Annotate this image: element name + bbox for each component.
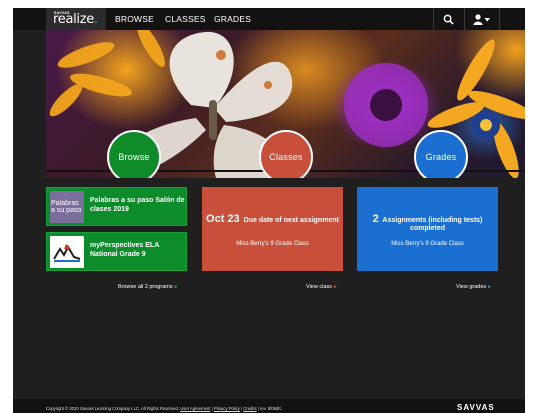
classes-summary-card[interactable]: Oct 23 Due date of next assignment Miss … (202, 187, 343, 271)
due-date: Oct 23 (206, 213, 240, 225)
logo-realize-text: realize. (53, 12, 98, 27)
program-title: myPerspectives ELA National Grade 9 (90, 242, 159, 258)
nav-classes[interactable]: CLASSES (165, 14, 206, 24)
classes-circle-label: Classes (269, 152, 303, 162)
class-name: Miss Berry's 9 Grade Class (236, 241, 309, 247)
realize-logo[interactable]: SAVVAS realize. (46, 8, 106, 30)
footer-legal: Copyright © 2020 Savvas Learning Company… (46, 406, 282, 411)
nav-browse[interactable]: BROWSE (115, 14, 154, 24)
grades-circle-button[interactable]: Grades (414, 130, 468, 178)
program-card-palabras[interactable]: Palabras a su paso Palabras a su paso Sa… (46, 187, 187, 226)
browse-circle-label: Browse (118, 152, 150, 162)
privacy-policy-link[interactable]: Privacy Policy (214, 406, 240, 411)
view-class-link[interactable]: View class ▸ (306, 284, 337, 290)
search-icon (443, 14, 454, 25)
completed-count: 2 (372, 213, 379, 225)
browse-circle-button[interactable]: Browse (107, 130, 161, 178)
view-grades-link[interactable]: View grades ▸ (456, 284, 491, 290)
classes-circle-button[interactable]: Classes (259, 130, 313, 178)
user-dropdown-icon (473, 13, 490, 25)
hero-banner: Browse Classes Grades (46, 30, 525, 178)
program-card-myperspectives[interactable]: myPerspectives ELA National Grade 9 (46, 232, 187, 271)
grades-completed-info: 2 Assignments (including tests) complete… (357, 213, 498, 233)
revision-text: rev. 5f08dfc (260, 406, 282, 411)
arrow-right-icon: ▸ (488, 284, 491, 290)
nav-grades[interactable]: GRADES (214, 14, 251, 24)
myperspectives-thumbnail (50, 236, 84, 268)
palabras-thumbnail: Palabras a su paso (50, 191, 84, 223)
user-agreement-link[interactable]: User Agreement (180, 406, 210, 411)
program-title: Palabras a su paso Salón de clases 2019 (90, 197, 185, 213)
app-window: SAVVAS realize. BROWSE CLASSES GRADES Br… (13, 8, 525, 413)
savvas-footer-logo: SAVVAS (457, 403, 495, 412)
grades-summary-card[interactable]: 2 Assignments (including tests) complete… (357, 187, 498, 271)
arrow-right-icon: ▸ (174, 284, 178, 290)
browse-all-programs-link[interactable]: Browse all 2 programs ▸ (118, 284, 177, 290)
due-date-label: Due date of next assignment (243, 217, 339, 224)
myperspectives-logo-icon (53, 244, 81, 262)
user-menu-button[interactable] (464, 8, 500, 30)
class-due-info: Oct 23 Due date of next assignment (202, 213, 343, 225)
completed-label: Assignments (including tests) completed (382, 217, 483, 232)
credits-link[interactable]: Credits (243, 406, 256, 411)
grades-class-name: Miss Berry's 9 Grade Class (391, 241, 464, 247)
grades-circle-label: Grades (425, 152, 457, 162)
top-navigation: SAVVAS realize. BROWSE CLASSES GRADES (13, 8, 525, 30)
palabras-thumbnail-text: Palabras a su paso (51, 200, 82, 214)
search-button[interactable] (433, 8, 463, 30)
arrow-right-icon: ▸ (333, 284, 337, 290)
